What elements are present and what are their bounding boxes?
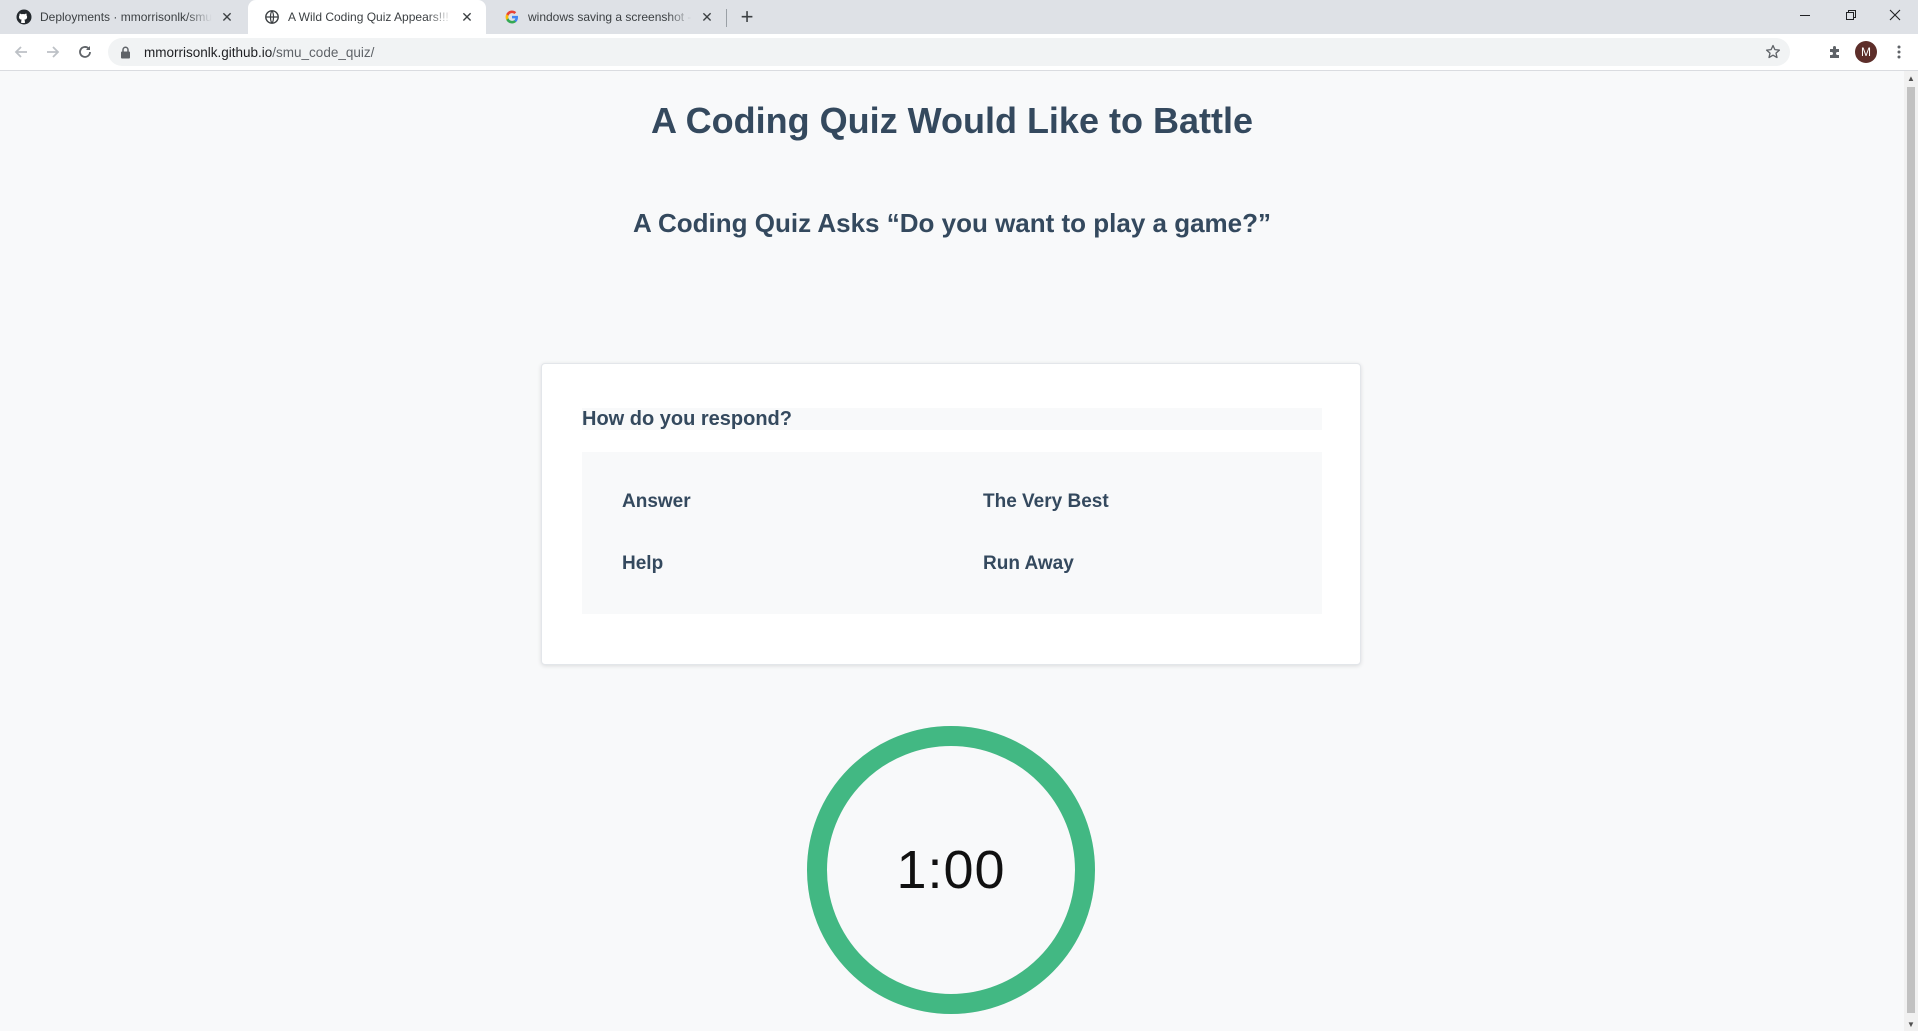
close-icon — [1889, 9, 1901, 21]
star-icon[interactable] — [1764, 43, 1782, 61]
option-run-away[interactable]: Run Away — [983, 552, 1074, 576]
question-card: How do you respond? Answer The Very Best… — [541, 363, 1361, 665]
tab-separator — [726, 9, 727, 27]
countdown-timer: 1:00 — [806, 725, 1096, 1015]
arrow-right-icon — [47, 46, 60, 58]
extensions-button[interactable] — [1822, 39, 1848, 65]
lock-icon — [120, 46, 134, 59]
reload-icon — [79, 46, 91, 58]
forward-button[interactable] — [40, 39, 66, 65]
globe-icon — [264, 9, 280, 25]
github-icon — [16, 9, 32, 25]
tab-quiz[interactable]: A Wild Coding Quiz Appears!!! ✕ — [248, 0, 486, 34]
scroll-thumb[interactable] — [1907, 87, 1915, 1013]
minimize-button[interactable] — [1782, 0, 1828, 30]
tab-title: windows saving a screenshot - Google Sea… — [528, 10, 692, 24]
new-tab-button[interactable]: + — [733, 4, 761, 29]
scroll-up-icon[interactable]: ▲ — [1904, 71, 1918, 85]
tab-title: A Wild Coding Quiz Appears!!! — [288, 10, 449, 24]
url-host: mmorrisonlk.github.io — [144, 44, 273, 60]
scroll-down-icon[interactable]: ▼ — [1904, 1017, 1918, 1031]
back-button[interactable] — [8, 39, 34, 65]
option-help[interactable]: Help — [622, 552, 663, 576]
page-title: A Coding Quiz Would Like to Battle — [651, 100, 1253, 141]
address-bar[interactable]: mmorrisonlk.github.io /smu_code_quiz/ — [108, 38, 1790, 66]
reload-button[interactable] — [72, 39, 98, 65]
close-tab-icon[interactable]: ✕ — [218, 8, 236, 26]
puzzle-icon — [1830, 46, 1839, 58]
close-tab-icon[interactable]: ✕ — [458, 8, 476, 26]
question-text: How do you respond? — [582, 408, 1322, 430]
page-scrollbar[interactable]: ▲ ▼ — [1904, 71, 1918, 1031]
close-window-button[interactable] — [1872, 0, 1918, 30]
arrow-left-icon — [14, 46, 27, 58]
page-subtitle: A Coding Quiz Asks “Do you want to play … — [632, 208, 1272, 238]
timer-text: 1:00 — [896, 840, 1006, 900]
profile-avatar[interactable]: M — [1855, 41, 1877, 63]
tab-deployments[interactable]: Deployments · mmorrisonlk/smu_code_quiz … — [0, 0, 246, 34]
restore-icon — [1846, 10, 1856, 20]
page-content: A Coding Quiz Would Like to Battle A Cod… — [0, 71, 1904, 1031]
close-tab-icon[interactable]: ✕ — [698, 8, 716, 26]
answer-options: Answer The Very Best Help Run Away — [582, 452, 1322, 614]
option-answer[interactable]: Answer — [622, 490, 691, 514]
option-the-very-best[interactable]: The Very Best — [983, 490, 1109, 514]
browser-toolbar: mmorrisonlk.github.io /smu_code_quiz/ — [0, 34, 1918, 71]
browser-menu-button[interactable] — [1886, 39, 1912, 65]
restore-button[interactable] — [1828, 0, 1874, 30]
minimize-icon — [1800, 15, 1810, 16]
kebab-menu-icon — [1897, 45, 1901, 59]
tab-title: Deployments · mmorrisonlk/smu_code_quiz — [40, 10, 212, 24]
tab-google-search[interactable]: windows saving a screenshot - Google Sea… — [488, 0, 726, 34]
url-path: /smu_code_quiz/ — [272, 44, 375, 60]
tab-strip: Deployments · mmorrisonlk/smu_code_quiz … — [0, 0, 1918, 34]
google-icon — [504, 9, 520, 25]
